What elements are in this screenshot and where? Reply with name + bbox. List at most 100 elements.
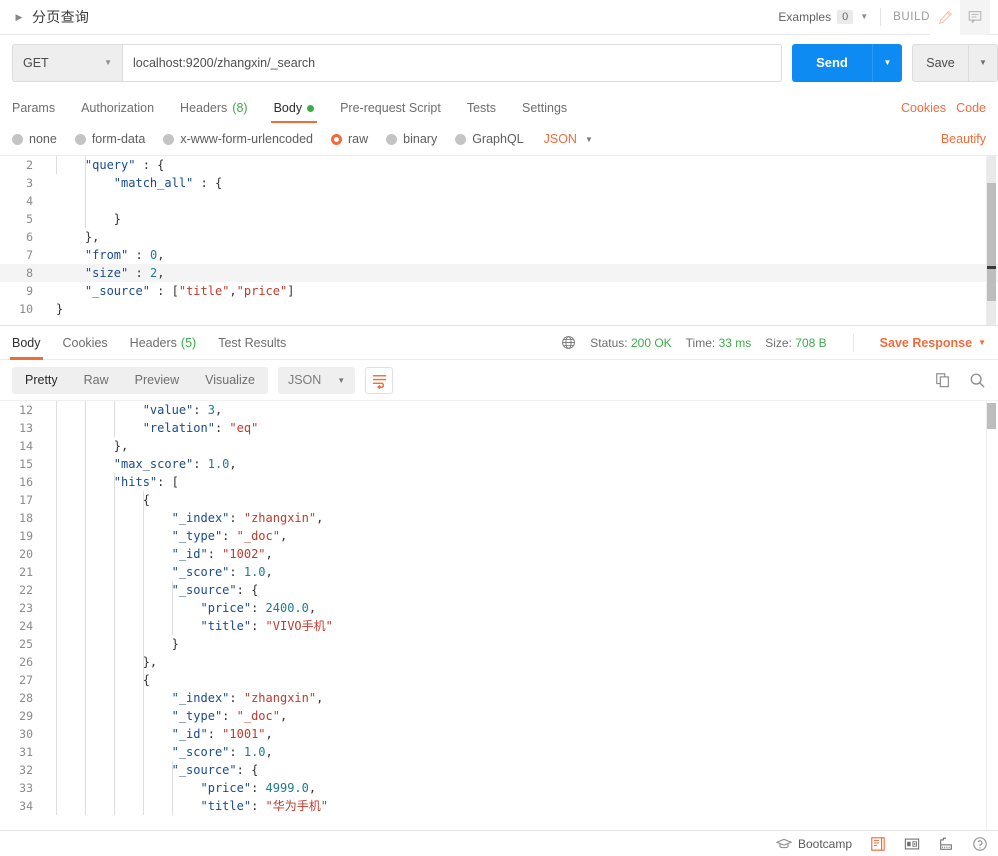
response-format-select[interactable]: JSON ▼ xyxy=(277,366,356,394)
body-type-x-www-form-urlencoded[interactable]: x-www-form-urlencoded xyxy=(163,132,313,146)
edit-pencil-icon[interactable] xyxy=(930,0,960,35)
response-tab-cookies[interactable]: Cookies xyxy=(63,326,108,360)
fold-gutter[interactable] xyxy=(42,599,56,617)
comment-icon[interactable] xyxy=(960,0,990,35)
request-title-bar: ▶ 分页查询 Examples 0 ▼ BUILD xyxy=(0,0,998,35)
time-label: Time: xyxy=(685,335,716,350)
save-options-chevron-down-icon[interactable]: ▼ xyxy=(968,43,998,82)
build-label[interactable]: BUILD xyxy=(893,11,930,23)
url-input[interactable]: localhost:9200/zhangxin/_search xyxy=(122,43,782,82)
line-number: 25 xyxy=(19,637,33,651)
fold-gutter[interactable] xyxy=(42,653,56,671)
fold-gutter[interactable] xyxy=(42,192,56,210)
send-button[interactable]: Send xyxy=(792,43,872,82)
tab-label: Pre-request Script xyxy=(340,101,441,115)
fold-gutter[interactable] xyxy=(42,264,56,282)
fold-gutter[interactable] xyxy=(42,300,56,318)
tab-headers[interactable]: Headers (8) xyxy=(180,101,248,123)
request-body-code[interactable]: 2 "query" : {3 "match_all" : {4 5 } 6 }, 7 … xyxy=(0,156,998,325)
tab-authorization[interactable]: Authorization xyxy=(81,101,154,123)
fold-gutter[interactable] xyxy=(42,707,56,725)
fold-gutter[interactable] xyxy=(42,419,56,437)
fold-gutter[interactable] xyxy=(42,401,56,419)
scrollbar-thumb[interactable] xyxy=(987,183,996,301)
examples-chevron-down-icon[interactable]: ▼ xyxy=(860,13,868,21)
bootcamp-button[interactable]: Bootcamp xyxy=(775,837,852,851)
fold-gutter[interactable] xyxy=(42,156,56,174)
response-editor-scrollbar[interactable] xyxy=(987,401,996,830)
fold-gutter[interactable] xyxy=(42,473,56,491)
fold-gutter[interactable] xyxy=(42,545,56,563)
fold-gutter[interactable] xyxy=(42,635,56,653)
fold-gutter[interactable] xyxy=(42,491,56,509)
fold-gutter[interactable] xyxy=(42,797,56,815)
trash-layout-icon[interactable] xyxy=(938,836,954,851)
response-tab-body[interactable]: Body xyxy=(10,326,42,360)
line-number: 15 xyxy=(19,457,33,471)
response-body-editor[interactable]: 12 "value": 3, 13 "relation": "eq" 14 }, 15… xyxy=(0,400,998,830)
view-mode-pretty[interactable]: Pretty xyxy=(12,367,71,394)
view-mode-raw[interactable]: Raw xyxy=(71,367,122,394)
body-type-binary[interactable]: binary xyxy=(386,132,437,146)
tab-pre-request-script[interactable]: Pre-request Script xyxy=(340,101,441,123)
cookies-link[interactable]: Cookies xyxy=(901,101,946,115)
code-link[interactable]: Code xyxy=(956,101,986,115)
response-tab-headers[interactable]: Headers (5) xyxy=(130,326,197,360)
fold-gutter[interactable] xyxy=(42,581,56,599)
send-button-group: Send ▼ xyxy=(792,43,902,82)
beautify-button[interactable]: Beautify xyxy=(941,132,986,146)
search-icon[interactable] xyxy=(969,372,986,389)
fold-gutter[interactable] xyxy=(42,725,56,743)
copy-icon[interactable] xyxy=(935,372,951,388)
tab-body[interactable]: Body xyxy=(270,101,317,123)
body-type-none[interactable]: none xyxy=(12,132,57,146)
view-mode-preview[interactable]: Preview xyxy=(122,367,192,394)
console-icon[interactable] xyxy=(870,836,886,852)
two-pane-layout-icon[interactable] xyxy=(904,837,920,851)
fold-gutter[interactable] xyxy=(42,228,56,246)
fold-gutter[interactable] xyxy=(42,689,56,707)
code-text: "_type": "_doc", xyxy=(171,709,288,723)
fold-gutter[interactable] xyxy=(42,455,56,473)
code-text: "_score": 1.0, xyxy=(171,565,273,579)
save-button[interactable]: Save xyxy=(912,43,968,82)
fold-gutter[interactable] xyxy=(42,671,56,689)
send-options-chevron-down-icon[interactable]: ▼ xyxy=(872,43,902,82)
tab-params[interactable]: Params xyxy=(12,101,55,123)
request-body-editor[interactable]: 2 "query" : {3 "match_all" : {4 5 } 6 }, 7 … xyxy=(0,156,998,326)
body-type-graphql[interactable]: GraphQL xyxy=(455,132,524,146)
body-type-raw[interactable]: raw xyxy=(331,132,368,146)
fold-gutter[interactable] xyxy=(42,437,56,455)
view-mode-visualize[interactable]: Visualize xyxy=(192,367,268,394)
line-number: 3 xyxy=(26,176,33,190)
fold-gutter[interactable] xyxy=(42,563,56,581)
line-number: 26 xyxy=(19,655,33,669)
response-view-mode-group: Pretty Raw Preview Visualize xyxy=(12,366,268,394)
raw-format-select[interactable]: JSON ▼ xyxy=(544,132,593,146)
scrollbar-thumb[interactable] xyxy=(987,403,996,429)
body-type-form-data[interactable]: form-data xyxy=(74,132,145,146)
fold-gutter[interactable] xyxy=(42,174,56,192)
collapse-arrow-icon[interactable]: ▶ xyxy=(12,10,26,24)
fold-gutter[interactable] xyxy=(42,761,56,779)
help-icon[interactable] xyxy=(972,836,988,852)
request-editor-scrollbar[interactable] xyxy=(987,156,996,325)
response-body-code[interactable]: 12 "value": 3, 13 "relation": "eq" 14 }, 15… xyxy=(0,401,998,830)
tab-settings[interactable]: Settings xyxy=(522,101,567,123)
fold-gutter[interactable] xyxy=(42,210,56,228)
fold-gutter[interactable] xyxy=(42,246,56,264)
fold-gutter[interactable] xyxy=(42,617,56,635)
examples-count-badge: 0 xyxy=(837,10,854,24)
fold-gutter[interactable] xyxy=(42,743,56,761)
save-response-button[interactable]: Save Response ▼ xyxy=(880,336,986,350)
tab-tests[interactable]: Tests xyxy=(467,101,496,123)
fold-gutter[interactable] xyxy=(42,527,56,545)
fold-gutter[interactable] xyxy=(42,509,56,527)
line-number: 5 xyxy=(26,212,33,226)
fold-gutter[interactable] xyxy=(42,282,56,300)
fold-gutter[interactable] xyxy=(42,779,56,797)
code-text: "from" : 0, xyxy=(84,248,165,262)
response-tab-test-results[interactable]: Test Results xyxy=(218,326,286,360)
word-wrap-toggle-button[interactable] xyxy=(365,366,394,394)
http-method-select[interactable]: GET ▼ xyxy=(12,43,122,82)
